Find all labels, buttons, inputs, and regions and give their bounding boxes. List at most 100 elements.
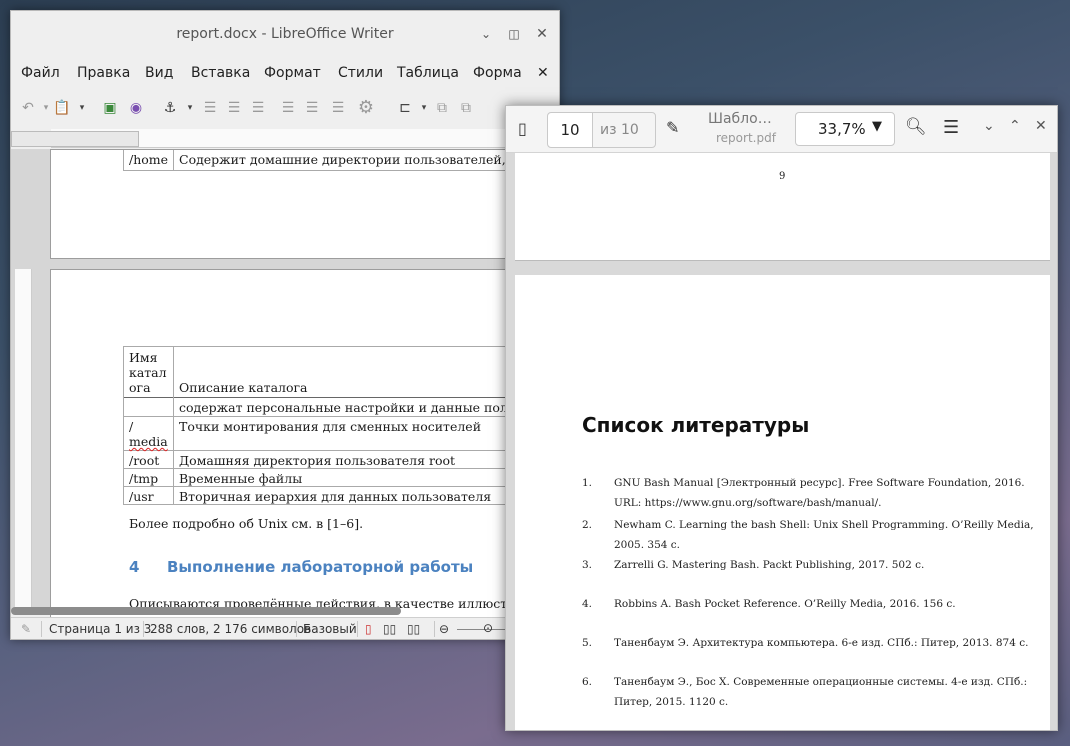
document-title: Шабло… (708, 111, 772, 127)
scrollbar-thumb[interactable] (11, 607, 401, 615)
bibliography-heading: Список литературы (582, 413, 810, 437)
properties-gear-icon[interactable]: ⚙ (357, 99, 375, 117)
page-count[interactable]: Страница 1 из 3 (49, 622, 151, 636)
page-number-label: 9 (779, 171, 786, 182)
minimize-icon[interactable]: ⌄ (983, 118, 995, 134)
menu-bar: Файл Правка Вид Вставка Формат Стили Таб… (11, 57, 559, 89)
page-total: из 10 (600, 122, 639, 138)
viewer-headerbar[interactable]: ▯ 10 из 10 ✎ Шабло… report.pdf 33,7% ▼ 🔍… (506, 106, 1057, 153)
row4-desc: Временные файлы (179, 471, 303, 486)
ref-3-line1: Zarrelli G. Mastering Bash. Packt Publis… (614, 559, 925, 571)
page-number-input[interactable]: 10 (548, 113, 593, 147)
hamburger-menu-icon[interactable]: ☰ (943, 117, 959, 138)
ref-1-line2: URL: https://www.gnu.org/software/bash/m… (614, 497, 882, 509)
align-objects-icon[interactable]: ⊏ (396, 99, 414, 117)
document-filename: report.pdf (716, 131, 776, 145)
word-count[interactable]: 288 слов, 2 176 символов (150, 622, 311, 636)
multi-page-view-icon[interactable]: ▯▯ (383, 622, 396, 636)
ref-number: 1. (582, 477, 593, 489)
menu-styles[interactable]: Стили (338, 65, 383, 81)
menu-file[interactable]: Файл (21, 65, 60, 81)
menu-edit[interactable]: Правка (77, 65, 130, 81)
wrap-page-icon[interactable]: ☰ (225, 99, 243, 117)
ref-6-line1: Таненбаум Э., Бос Х. Современные операци… (614, 676, 1028, 688)
status-bar: ✎ Страница 1 из 3 288 слов, 2 176 символ… (11, 617, 559, 639)
ref-number: 6. (582, 676, 593, 688)
align-dropdown-icon[interactable]: ▾ (415, 99, 433, 117)
book-view-icon[interactable]: ▯▯ (407, 622, 420, 636)
paste-dropdown-icon[interactable]: ▾ (73, 99, 91, 117)
wrap-left-icon[interactable]: ☰ (279, 99, 297, 117)
menu-form[interactable]: Форма (473, 65, 522, 81)
ref-number: 4. (582, 598, 593, 610)
pdf-page-10: Список литературы 1. GNU Bash Manual [Эл… (515, 275, 1050, 730)
page-1: /home Содержит домашние директории польз… (50, 149, 559, 259)
page-2: Имя катал ога Описание каталога содержат… (50, 269, 559, 631)
close-document-icon[interactable]: ✕ (537, 65, 549, 81)
annotate-pencil-icon[interactable]: ✎ (666, 118, 679, 137)
zoom-value: 33,7% (818, 120, 866, 138)
minimize-icon[interactable]: ⌄ (477, 25, 495, 43)
undo-icon[interactable]: ↶ (19, 99, 37, 117)
anchor-dropdown-icon[interactable]: ▾ (181, 99, 199, 117)
table-cell-desc: Содержит домашние директории пользовател… (179, 152, 548, 167)
search-icon[interactable]: 🔍︎ (905, 117, 927, 137)
ref-2-line2: 2005. 354 с. (614, 539, 680, 551)
ref-number: 3. (582, 559, 593, 571)
row5-dir: /usr (129, 489, 154, 504)
vertical-ruler[interactable] (15, 269, 32, 611)
reference-paragraph: Более подробно об Unix см. в [1–6]. (129, 516, 364, 531)
row5-desc: Вторичная иерархия для данных пользовате… (179, 489, 492, 504)
paste-icon[interactable]: 📋 (53, 99, 71, 117)
writer-titlebar[interactable]: report.docx - LibreOffice Writer ⌄ ◫ ✕ (11, 11, 559, 57)
close-icon[interactable]: ✕ (533, 25, 551, 43)
close-icon[interactable]: ✕ (1035, 118, 1047, 134)
zoom-dropdown[interactable]: 33,7% ▼ (795, 112, 895, 146)
insert-image-icon[interactable]: ▣ (101, 99, 119, 117)
ref-number: 2. (582, 519, 593, 531)
send-backward-icon[interactable]: ⧉ (457, 99, 475, 117)
edit-doc-icon[interactable]: ✎ (21, 622, 31, 636)
page-style[interactable]: Базовый (303, 622, 357, 636)
menu-insert[interactable]: Вставка (191, 65, 250, 81)
page-selector: 10 из 10 (547, 112, 656, 148)
row3-desc: Домашняя директория пользователя root (179, 453, 456, 468)
sidebar-toggle-icon[interactable]: ▯ (518, 119, 527, 138)
maximize-icon[interactable]: ⌃ (1009, 118, 1021, 134)
wrap-right-icon[interactable]: ☰ (303, 99, 321, 117)
header-desc: Описание каталога (179, 380, 308, 395)
header-name-line1: Имя (129, 350, 158, 365)
maximize-icon[interactable]: ◫ (505, 25, 523, 43)
wrap-through-icon[interactable]: ☰ (329, 99, 347, 117)
ref-6-line2: Питер, 2015. 1120 с. (614, 696, 729, 708)
wrap-optimal-icon[interactable]: ☰ (249, 99, 267, 117)
single-page-view-icon[interactable]: ▯ (365, 622, 372, 636)
ref-1-line1: GNU Bash Manual [Электронный ресурс]. Fr… (614, 477, 1025, 489)
ruler-indent-marker[interactable] (11, 131, 139, 147)
insert-chart-icon[interactable]: ◉ (127, 99, 145, 117)
chevron-down-icon: ▼ (872, 119, 882, 134)
bring-forward-icon[interactable]: ⧉ (433, 99, 451, 117)
ref-5-line1: Таненбаум Э. Архитектура компьютера. 6-е… (614, 637, 1029, 649)
anchor-icon[interactable]: ⚓ (161, 99, 179, 117)
ref-4-line1: Robbins A. Bash Pocket Reference. O’Reil… (614, 598, 956, 610)
horizontal-scrollbar[interactable] (11, 607, 559, 615)
zoom-slider-knob[interactable]: ⊙ (483, 621, 493, 635)
row2-desc: Точки монтирования для сменных носителей (179, 419, 482, 434)
pdf-viewer-window: ▯ 10 из 10 ✎ Шабло… report.pdf 33,7% ▼ 🔍… (505, 105, 1058, 731)
pdf-page-9: 9 (515, 153, 1050, 261)
wrap-off-icon[interactable]: ☰ (201, 99, 219, 117)
header-name-line2: катал (129, 365, 167, 380)
menu-view[interactable]: Вид (145, 65, 173, 81)
ref-2-line1: Newham C. Learning the bash Shell: Unix … (614, 519, 1034, 531)
section-heading: Выполнение лабораторной работы (167, 558, 474, 576)
row1-desc: содержат персональные настройки и данные… (179, 400, 551, 415)
menu-table[interactable]: Таблица (397, 65, 459, 81)
zoom-out-icon[interactable]: ⊖ (439, 622, 449, 636)
row3-dir: /root (129, 453, 160, 468)
section-number: 4 (129, 558, 140, 576)
row2-dir-line2: media (129, 434, 168, 449)
header-name-line3: ога (129, 380, 151, 395)
writer-window: report.docx - LibreOffice Writer ⌄ ◫ ✕ Ф… (10, 10, 560, 640)
menu-format[interactable]: Формат (264, 65, 321, 81)
